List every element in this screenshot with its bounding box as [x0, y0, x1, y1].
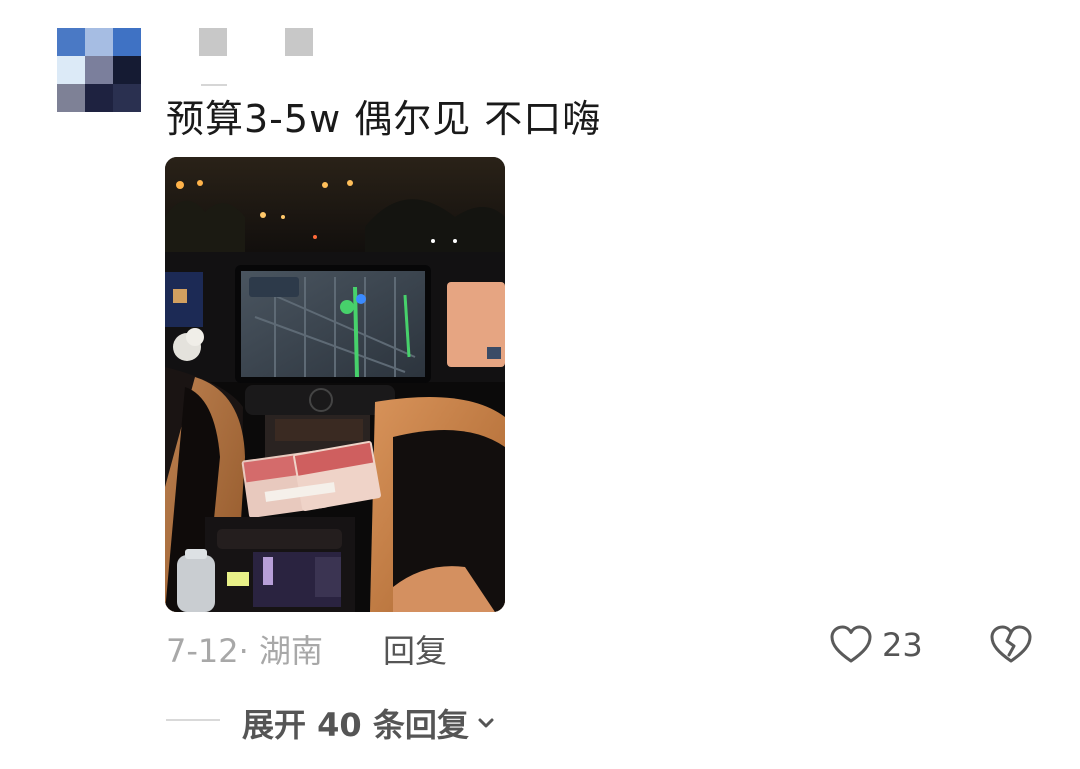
cash-stack: [241, 440, 381, 518]
comment-date-location: 7-12· 湖南: [166, 632, 323, 670]
avatar-tile: [57, 56, 85, 84]
comment-text: 预算3-5w 偶尔见 不口嗨: [166, 97, 602, 141]
like-count: 23: [882, 626, 923, 664]
comment-photo[interactable]: [165, 157, 505, 612]
username-mosaic-block: [285, 28, 313, 56]
avatar-tile: [85, 84, 113, 112]
heart-outline-icon: [830, 625, 872, 663]
avatar-tile: [85, 56, 113, 84]
expand-replies-label: 展开 40 条回复: [242, 706, 469, 744]
avatar-tile: [113, 28, 141, 56]
username-mosaic-line: [201, 84, 227, 86]
user-avatar[interactable]: [57, 28, 141, 112]
avatar-tile: [113, 56, 141, 84]
username-mosaic-block: [199, 28, 227, 56]
avatar-tile: [113, 84, 141, 112]
chevron-down-icon: [478, 718, 494, 728]
reply-button[interactable]: 回复: [383, 626, 447, 672]
broken-heart-icon: [990, 625, 1032, 663]
avatar-tile: [57, 28, 85, 56]
like-button[interactable]: 23: [828, 622, 923, 668]
avatar-tile: [85, 28, 113, 56]
car-interior-image: [165, 157, 505, 612]
expand-replies-button[interactable]: 展开 40 条回复: [242, 700, 497, 746]
dislike-button[interactable]: [988, 622, 1034, 668]
expand-divider: [166, 719, 220, 721]
username-obscured[interactable]: [199, 28, 319, 86]
avatar-tile: [57, 84, 85, 112]
